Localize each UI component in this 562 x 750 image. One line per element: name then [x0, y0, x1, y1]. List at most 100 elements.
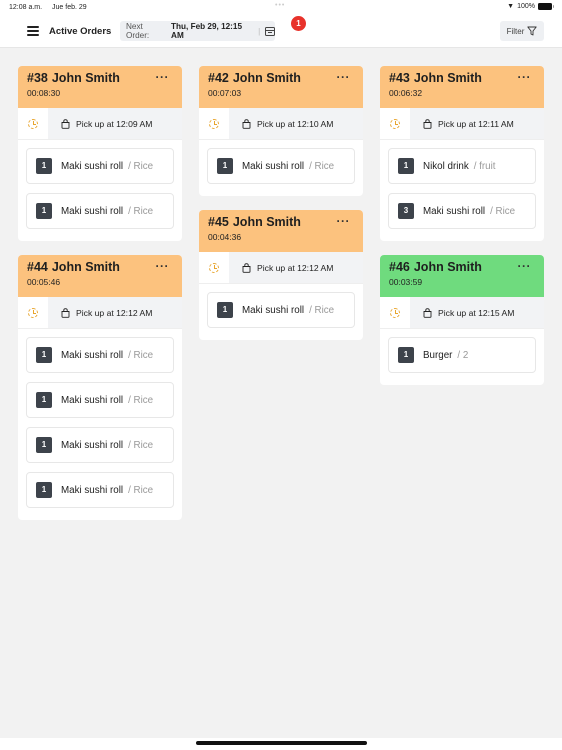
- order-items: 1 Maki sushi roll / Rice 1 Maki sushi ro…: [18, 329, 182, 520]
- item-quantity: 3: [398, 203, 414, 219]
- item-variant: / Rice: [128, 394, 154, 406]
- timer-cell[interactable]: [380, 297, 410, 328]
- order-item[interactable]: 1 Maki sushi roll / Rice: [26, 148, 174, 184]
- pickup-info: Pick up at 12:12 AM: [48, 297, 182, 328]
- order-header: #43 John Smith 00:06:32 ···: [380, 66, 544, 108]
- item-quantity: 1: [398, 158, 414, 174]
- customer-name: John Smith: [51, 260, 120, 274]
- item-variant: / Rice: [128, 205, 154, 217]
- order-number: #45: [208, 215, 229, 229]
- item-quantity: 1: [36, 158, 52, 174]
- order-header: #45 John Smith 00:04:36 ···: [199, 210, 363, 252]
- multitask-dots-icon[interactable]: •••: [275, 2, 285, 9]
- customer-name: John Smith: [232, 215, 301, 229]
- clock-icon: [390, 307, 400, 318]
- order-subheader: Pick up at 12:15 AM: [380, 297, 544, 329]
- more-options-icon[interactable]: ···: [337, 70, 351, 84]
- order-items: 1 Nikol drink / fruit 3 Maki sushi roll …: [380, 140, 544, 241]
- order-header: #38 John Smith 00:08:30 ···: [18, 66, 182, 108]
- order-item[interactable]: 1 Maki sushi roll / Rice: [26, 472, 174, 508]
- next-order-label: Next Order:: [126, 22, 150, 40]
- order-card[interactable]: #38 John Smith 00:08:30 ··· Pick up at 12…: [18, 66, 182, 241]
- timer-cell[interactable]: [18, 108, 48, 139]
- item-variant: / fruit: [473, 160, 496, 172]
- order-item[interactable]: 1 Maki sushi roll / Rice: [207, 148, 355, 184]
- order-subheader: Pick up at 12:12 AM: [199, 252, 363, 284]
- order-number: #38: [27, 71, 48, 85]
- menu-icon[interactable]: [27, 26, 39, 36]
- order-title: #38 John Smith: [27, 71, 173, 85]
- order-items: 1 Maki sushi roll / Rice: [199, 284, 363, 340]
- order-card[interactable]: #44 John Smith 00:05:46 ··· Pick up at 12…: [18, 255, 182, 520]
- item-name: Maki sushi roll: [61, 160, 124, 172]
- clock-icon: [28, 118, 38, 129]
- order-subheader: Pick up at 12:10 AM: [199, 108, 363, 140]
- status-bar: 12:08 a.m. Jue feb. 29 ••• ▼ 100%: [0, 0, 562, 16]
- pickup-info: Pick up at 12:11 AM: [410, 108, 544, 139]
- order-item[interactable]: 1 Maki sushi roll / Rice: [26, 193, 174, 229]
- order-timer: 00:03:59: [389, 277, 423, 287]
- more-options-icon[interactable]: ···: [518, 70, 532, 84]
- shopping-bag-icon: [423, 307, 432, 318]
- item-variant: / Rice: [128, 439, 154, 451]
- order-subheader: Pick up at 12:12 AM: [18, 297, 182, 329]
- order-item[interactable]: 1 Nikol drink / fruit: [388, 148, 536, 184]
- more-options-icon[interactable]: ···: [156, 70, 170, 84]
- item-quantity: 1: [36, 482, 52, 498]
- order-item[interactable]: 3 Maki sushi roll / Rice: [388, 193, 536, 229]
- timer-cell[interactable]: [199, 252, 229, 283]
- order-timer: 00:06:32: [389, 88, 423, 98]
- pickup-time: Pick up at 12:09 AM: [76, 118, 153, 129]
- order-card[interactable]: #46 John Smith 00:03:59 ··· Pick up at 12…: [380, 255, 544, 385]
- item-name: Maki sushi roll: [242, 160, 305, 172]
- item-name: Maki sushi roll: [423, 205, 486, 217]
- order-timer: 00:05:46: [27, 277, 61, 287]
- item-variant: / Rice: [309, 304, 335, 316]
- item-name: Maki sushi roll: [61, 205, 124, 217]
- order-item[interactable]: 1 Maki sushi roll / Rice: [207, 292, 355, 328]
- order-header: #46 John Smith 00:03:59 ···: [380, 255, 544, 297]
- more-options-icon[interactable]: ···: [337, 214, 351, 228]
- pickup-time: Pick up at 12:15 AM: [438, 307, 515, 318]
- item-variant: / Rice: [128, 484, 154, 496]
- order-item[interactable]: 1 Maki sushi roll / Rice: [26, 382, 174, 418]
- timer-cell[interactable]: [18, 297, 48, 328]
- order-item[interactable]: 1 Maki sushi roll / Rice: [26, 337, 174, 373]
- item-quantity: 1: [398, 347, 414, 363]
- order-item[interactable]: 1 Maki sushi roll / Rice: [26, 427, 174, 463]
- order-title: #44 John Smith: [27, 260, 173, 274]
- item-variant: / Rice: [309, 160, 335, 172]
- pickup-info: Pick up at 12:12 AM: [229, 252, 363, 283]
- clock-icon: [28, 307, 38, 318]
- item-name: Maki sushi roll: [61, 349, 124, 361]
- funnel-icon: [527, 26, 538, 36]
- clock-icon: [390, 118, 400, 129]
- order-title: #42 John Smith: [208, 71, 354, 85]
- filter-button[interactable]: Filter: [500, 21, 544, 41]
- more-options-icon[interactable]: ···: [156, 259, 170, 273]
- notification-badge: 1: [291, 16, 306, 31]
- next-order-button[interactable]: Next Order: Thu, Feb 29, 12:15 AM |: [120, 21, 275, 41]
- clock-icon: [209, 262, 219, 273]
- shopping-bag-icon: [61, 307, 70, 318]
- order-card[interactable]: #45 John Smith 00:04:36 ··· Pick up at 12…: [199, 210, 363, 340]
- more-options-icon[interactable]: ···: [518, 259, 532, 273]
- order-card[interactable]: #42 John Smith 00:07:03 ··· Pick up at 12…: [199, 66, 363, 196]
- order-item[interactable]: 1 Burger / 2: [388, 337, 536, 373]
- order-header: #42 John Smith 00:07:03 ···: [199, 66, 363, 108]
- item-quantity: 1: [36, 203, 52, 219]
- timer-cell[interactable]: [380, 108, 410, 139]
- timer-cell[interactable]: [199, 108, 229, 139]
- divider: |: [258, 26, 261, 36]
- item-name: Burger: [423, 349, 453, 361]
- home-indicator[interactable]: [196, 741, 367, 745]
- shopping-bag-icon: [61, 118, 70, 129]
- order-card[interactable]: #43 John Smith 00:06:32 ··· Pick up at 12…: [380, 66, 544, 241]
- order-number: #43: [389, 71, 410, 85]
- pickup-time: Pick up at 12:10 AM: [257, 118, 334, 129]
- clock-icon: [209, 118, 219, 129]
- battery-percent: 100%: [517, 3, 535, 10]
- filter-label: Filter: [506, 26, 525, 36]
- order-title: #46 John Smith: [389, 260, 535, 274]
- item-quantity: 1: [36, 347, 52, 363]
